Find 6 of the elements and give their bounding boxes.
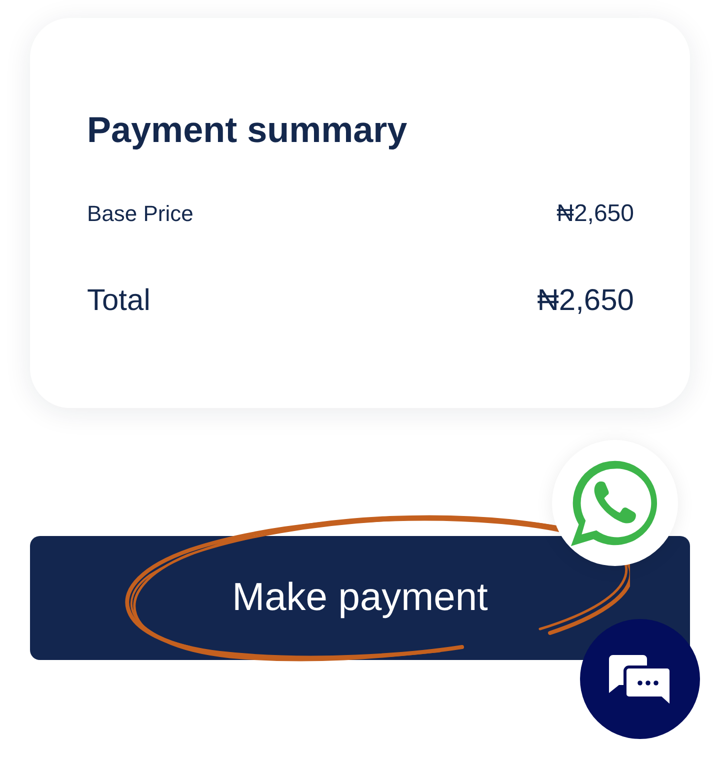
summary-title: Payment summary [87, 108, 408, 151]
chat-bubbles-icon [609, 655, 671, 707]
row-amount: ₦2,650 [537, 283, 634, 319]
row-label: Total [87, 283, 150, 319]
row-label: Base Price [87, 200, 194, 228]
row-amount: ₦2,650 [556, 199, 634, 229]
